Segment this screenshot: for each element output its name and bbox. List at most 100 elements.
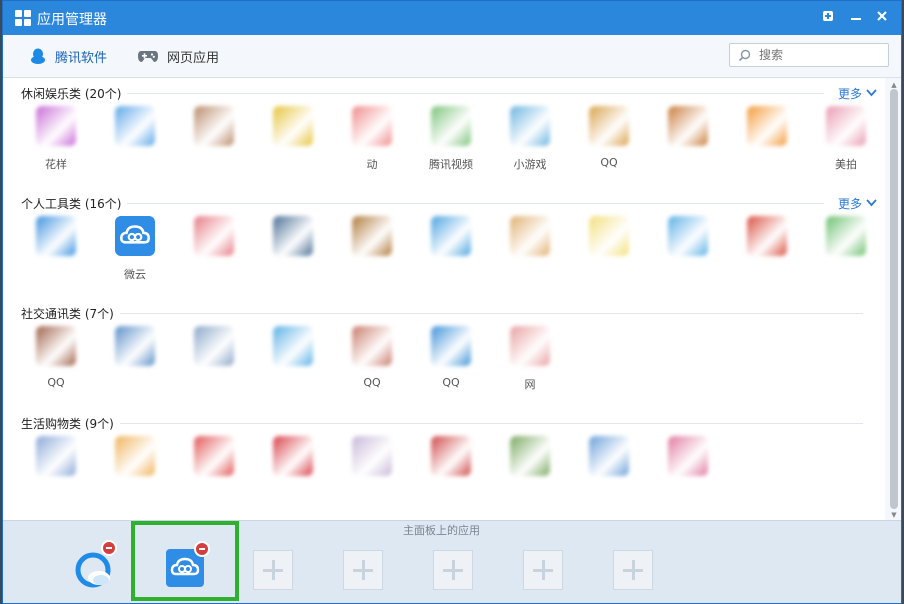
app-icon [510,216,550,256]
more-link[interactable]: 更多 [838,195,877,212]
app-tile[interactable] [574,436,644,512]
app-icon [668,216,708,256]
pin-icon [823,11,833,21]
app-icon [668,436,708,476]
gamepad-icon [138,51,158,62]
title-bar: 应用管理器 [3,1,901,35]
app-tile[interactable] [100,326,170,402]
divider [127,92,824,94]
search-box[interactable] [729,43,889,67]
app-label: QQ [442,376,460,389]
scroll-down-icon[interactable]: ▼ [889,511,899,519]
app-tile[interactable] [337,216,407,292]
app-tile[interactable]: 美拍 [811,106,881,182]
close-button[interactable] [871,7,893,29]
app-icon [352,106,392,146]
app-tile[interactable] [21,436,91,512]
scroll-up-icon[interactable]: ▲ [889,81,899,89]
empty-slot-add-icon[interactable] [613,550,653,590]
app-icon [431,216,471,256]
category-title: 生活购物类 (9个) [21,416,114,431]
app-tile[interactable] [574,216,644,292]
empty-slot-add-icon[interactable] [433,550,473,590]
app-icon [826,106,866,146]
app-tile[interactable] [258,436,328,512]
app-icon [431,436,471,476]
scrollbar[interactable]: ▲ ▼ [889,81,899,519]
app-tile[interactable] [258,216,328,292]
tab-label: 腾讯软件 [55,50,108,66]
app-icon [510,436,550,476]
category-leisure: 休闲娱乐类 (20个) 更多 花样 动 腾讯视频 小游戏 QQ 美拍 [3,78,885,188]
app-tile[interactable] [258,326,328,402]
category-personal-tools: 个人工具类 (16个) 更多 微云 [3,188,885,298]
category-header: 生活购物类 (9个) [21,416,877,431]
chevron-down-icon [866,199,877,207]
category-header: 休闲娱乐类 (20个) 更多 [21,85,877,102]
app-tile[interactable] [416,216,486,292]
app-icon [273,106,313,146]
tab-label: 网页应用 [167,50,220,66]
app-manager-icon [15,10,31,26]
category-header: 社交通讯类 (7个) [21,306,877,321]
tab-tencent-software[interactable]: 腾讯软件 [29,45,107,67]
empty-slot-add-icon[interactable] [253,550,293,590]
app-tile[interactable]: QQ [416,326,486,402]
app-icon [194,216,234,256]
app-tile[interactable] [495,436,565,512]
app-tile[interactable]: 微云 [100,216,170,292]
app-icon [589,106,629,146]
app-icon [431,106,471,146]
empty-slot-add-icon[interactable] [523,550,563,590]
dock-caption: 主面板上的应用 [403,524,480,537]
search-input[interactable] [757,47,871,63]
remove-badge-icon[interactable] [101,540,117,556]
more-label: 更多 [837,86,862,101]
minimize-button[interactable] [845,7,867,29]
app-tile[interactable]: 腾讯视频 [416,106,486,182]
app-icon [36,106,76,146]
dock-app-qq-browser[interactable] [73,540,117,592]
app-tile[interactable]: 小游戏 [495,106,565,182]
scroll-thumb[interactable] [890,89,898,509]
app-icon [115,216,155,256]
app-tile[interactable] [653,106,723,182]
app-tile[interactable]: 动 [337,106,407,182]
app-icon [115,106,155,146]
category-shopping: 生活购物类 (9个) [3,408,885,518]
app-tile[interactable]: QQ [337,326,407,402]
app-icon [36,216,76,256]
empty-slot-add-icon[interactable] [343,550,383,590]
app-tile[interactable]: 花样 [21,106,91,182]
app-tile[interactable] [100,436,170,512]
app-label: QQ [363,376,381,389]
app-icon [352,216,392,256]
app-tile[interactable] [495,216,565,292]
app-tile[interactable] [653,216,723,292]
close-icon [877,11,887,21]
pin-window-button[interactable] [817,7,839,29]
chevron-down-icon [866,89,877,97]
app-tile[interactable] [416,436,486,512]
app-tile[interactable] [732,106,802,182]
app-tile[interactable]: 网 [495,326,565,402]
app-tile[interactable] [732,216,802,292]
app-tile[interactable] [179,326,249,402]
app-tile[interactable] [179,216,249,292]
app-tile[interactable]: QQ [574,106,644,182]
tab-web-apps[interactable]: 网页应用 [137,45,219,67]
app-icon [115,436,155,476]
app-tile[interactable] [100,106,170,182]
app-icon [826,216,866,256]
app-tile[interactable] [21,216,91,292]
app-tile[interactable] [179,106,249,182]
app-tile[interactable] [653,436,723,512]
app-tile[interactable] [337,436,407,512]
app-tile[interactable] [258,106,328,182]
app-tile[interactable] [811,216,881,292]
app-tile[interactable]: QQ [21,326,91,402]
app-tile[interactable] [179,436,249,512]
divider [127,202,824,204]
app-icon [36,326,76,366]
more-link[interactable]: 更多 [838,85,877,102]
